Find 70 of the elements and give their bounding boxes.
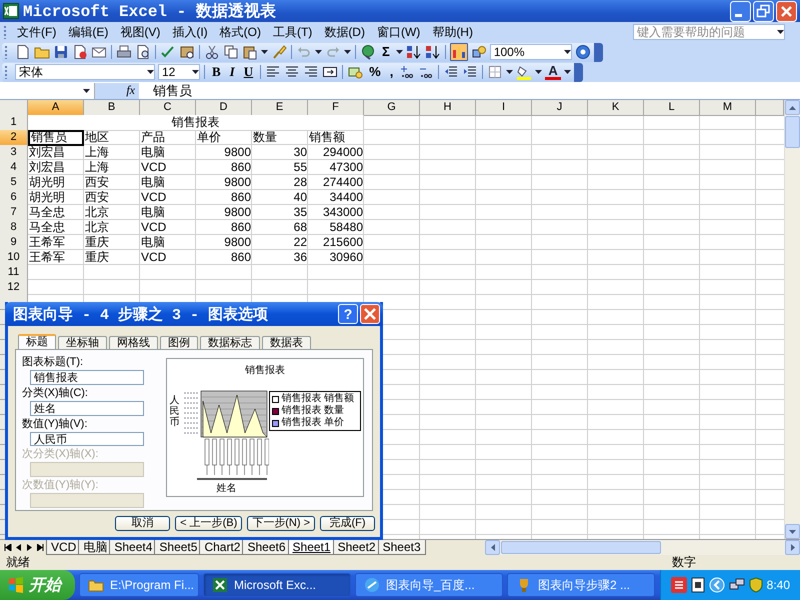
- clock: 8:40: [766, 578, 790, 592]
- column-heading-cell-text: 地区: [84, 130, 110, 146]
- chart-title: 销售报表: [244, 364, 286, 378]
- table-cell-text: 36: [292, 250, 308, 266]
- table-cell-text: 35: [292, 205, 308, 221]
- table-cell-text: 30960: [328, 250, 364, 266]
- table-cell-text: 34400: [328, 190, 364, 206]
- table-cell-text: 58480: [328, 220, 364, 236]
- field-label: 分类(X)轴(C):: [22, 386, 89, 400]
- table-cell-text: 北京: [84, 205, 110, 221]
- table-cell-text: 西安: [84, 175, 110, 191]
- axis-title: 人民币: [169, 395, 180, 428]
- table-cell-text: 40: [292, 190, 308, 206]
- table-cell-text: 343000: [322, 205, 364, 221]
- table-cell-text: VCD: [140, 250, 168, 266]
- field-label: 数值(Y)轴(V):: [22, 418, 88, 431]
- column-heading-cell-text: 产品: [140, 130, 166, 146]
- table-cell-text: 9800: [223, 175, 252, 191]
- column-heading-cell-text: 销售额: [308, 130, 346, 146]
- status-text: 就绪: [6, 554, 30, 571]
- table-cell-text: 王希军: [28, 250, 66, 266]
- table-cell-text: 28: [292, 175, 308, 191]
- table-cell-text: 胡光明: [28, 190, 66, 206]
- table-cell-text: 马全忠: [28, 205, 66, 221]
- field-label: 图表标题(T):: [22, 356, 84, 369]
- dialog-title: 图表向导 - 4 步骤之 3 - 图表选项: [13, 305, 270, 324]
- table-cell-text: 刘宏昌: [28, 160, 66, 176]
- table-cell-text: 9800: [223, 145, 252, 161]
- window-title: Microsoft Excel - 数据透视表: [23, 1, 277, 22]
- table-cell-text: 860: [230, 160, 252, 176]
- table-cell-text: 电脑: [140, 145, 166, 161]
- title-cell: 销售报表: [28, 115, 364, 131]
- table-cell-text: 西安: [84, 190, 110, 206]
- table-cell-text: 重庆: [84, 250, 110, 266]
- table-cell-text: 68: [292, 220, 308, 236]
- column-heading-cell-text: 数量: [252, 130, 278, 146]
- table-cell-text: 电脑: [140, 235, 166, 251]
- table-cell-text: 上海: [84, 160, 110, 176]
- table-cell-text: 30: [292, 145, 308, 161]
- field-label: 次分类(X)轴(X):: [22, 448, 100, 462]
- table-cell-text: 47300: [328, 160, 364, 176]
- table-cell-text: 274400: [322, 175, 364, 191]
- legend-label: 销售报表 数量: [281, 405, 344, 416]
- table-cell-text: 马全忠: [28, 220, 66, 236]
- table-cell-text: 9800: [223, 235, 252, 251]
- table-cell-text: 860: [230, 190, 252, 206]
- legend-label: 销售报表 销售额: [281, 393, 354, 404]
- table-cell-text: 55: [292, 160, 308, 176]
- table-cell-text: 上海: [84, 145, 110, 161]
- table-cell-text: 电脑: [140, 175, 166, 191]
- table-cell-text: 刘宏昌: [28, 145, 66, 161]
- table-cell-text: VCD: [140, 190, 168, 206]
- table-cell-text: 860: [230, 220, 252, 236]
- table-cell-text: 22: [292, 235, 308, 251]
- table-cell-text: 9800: [223, 205, 252, 221]
- legend-label: 销售报表 单价: [281, 417, 344, 429]
- table-cell-text: 294000: [322, 145, 364, 161]
- table-cell-text: 电脑: [140, 205, 166, 221]
- table-cell-text: 王希军: [28, 235, 66, 251]
- table-cell-text: 重庆: [84, 235, 110, 251]
- column-heading-cell-text: 单价: [196, 130, 222, 146]
- table-cell-text: 北京: [84, 220, 110, 236]
- table-cell-text: VCD: [140, 220, 168, 236]
- table-cell-text: 胡光明: [28, 175, 66, 191]
- axis-title: 姓名: [215, 483, 238, 496]
- table-cell-text: VCD: [140, 160, 168, 176]
- mode-indicator: 数字: [672, 554, 696, 571]
- field-label: 次数值(Y)轴(Y):: [22, 479, 100, 492]
- table-cell-text: 860: [230, 250, 252, 266]
- table-cell-text: 215600: [322, 235, 364, 251]
